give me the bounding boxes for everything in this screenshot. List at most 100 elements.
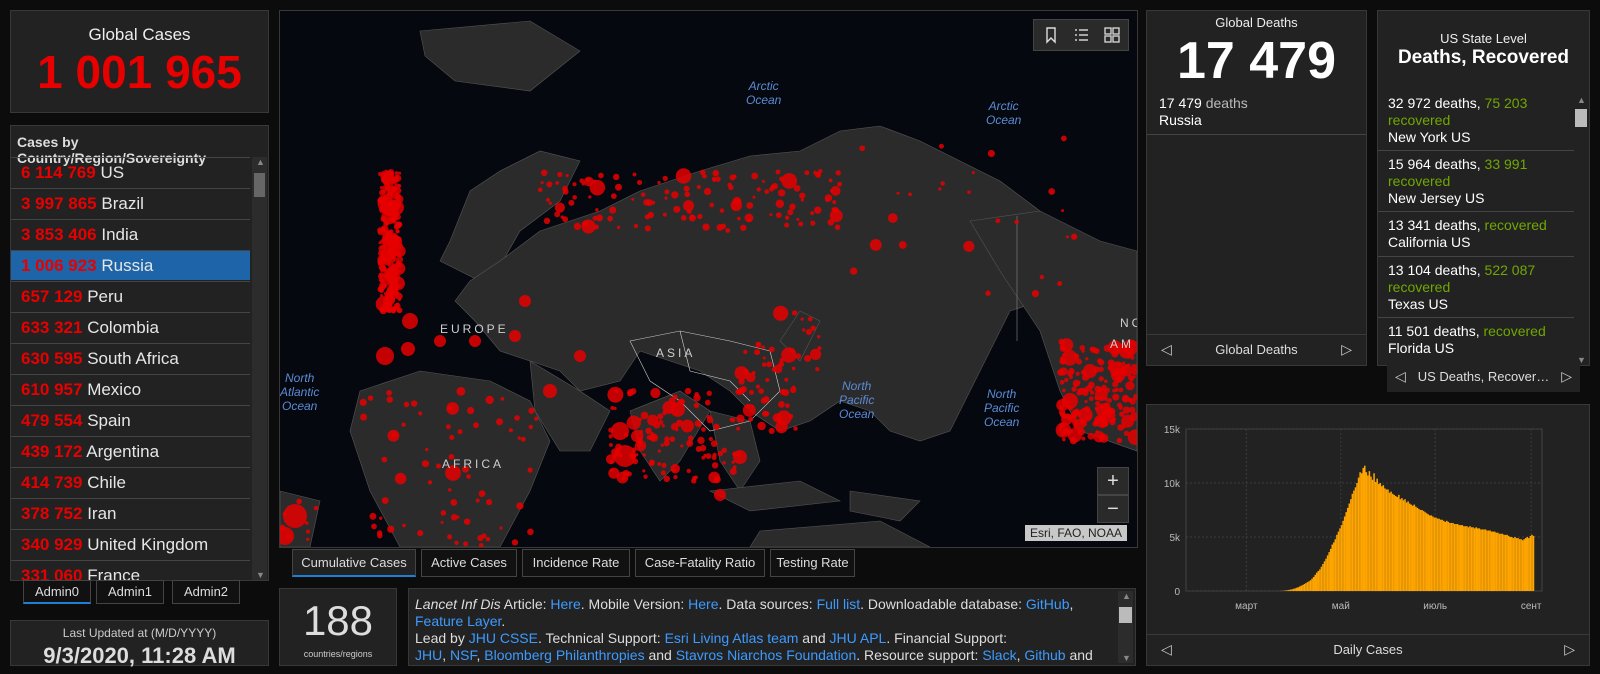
tab-admin2[interactable]: Admin2 [172, 580, 240, 604]
case-marker[interactable] [793, 426, 798, 431]
case-marker[interactable] [390, 210, 394, 214]
daily-bar[interactable] [1439, 519, 1442, 591]
daily-bar[interactable] [1507, 535, 1510, 591]
daily-bar[interactable] [1490, 531, 1493, 591]
daily-bar[interactable] [1295, 587, 1298, 591]
daily-bar[interactable] [1326, 555, 1329, 591]
case-marker[interactable] [755, 341, 762, 348]
case-marker[interactable] [448, 405, 453, 411]
daily-bar[interactable] [1302, 584, 1304, 591]
case-marker[interactable] [410, 400, 418, 407]
case-marker[interactable] [562, 185, 568, 192]
us-state-scrollbar[interactable]: ▲ ▼ [1574, 95, 1588, 365]
case-marker[interactable] [1112, 417, 1117, 421]
case-marker[interactable] [396, 256, 404, 264]
case-marker[interactable] [369, 512, 377, 520]
daily-bar[interactable] [1463, 526, 1465, 591]
daily-bar[interactable] [1473, 528, 1476, 591]
case-marker[interactable] [583, 176, 594, 187]
case-marker[interactable] [387, 280, 396, 288]
case-marker[interactable] [648, 459, 655, 466]
case-marker[interactable] [376, 530, 383, 536]
case-marker[interactable] [394, 472, 407, 485]
case-marker[interactable] [509, 330, 521, 342]
case-marker[interactable] [485, 499, 493, 506]
daily-bar[interactable] [1436, 518, 1439, 591]
daily-bar[interactable] [1500, 533, 1502, 591]
daily-bar[interactable] [1489, 530, 1491, 591]
daily-bar[interactable] [1382, 485, 1385, 591]
case-marker[interactable] [683, 185, 690, 192]
case-marker[interactable] [1062, 437, 1066, 442]
case-marker[interactable] [793, 184, 801, 192]
case-marker[interactable] [697, 213, 703, 220]
case-marker[interactable] [527, 467, 533, 473]
daily-bar[interactable] [1408, 503, 1411, 591]
case-marker[interactable] [1062, 388, 1066, 393]
case-marker[interactable] [543, 384, 557, 398]
case-marker[interactable] [478, 490, 486, 498]
case-marker[interactable] [396, 242, 404, 250]
case-marker[interactable] [701, 427, 706, 432]
daily-bar[interactable] [1520, 539, 1522, 591]
country-row-iran[interactable]: 378 752 Iran [11, 498, 250, 528]
case-marker[interactable] [427, 480, 433, 485]
daily-bar[interactable] [1427, 514, 1430, 591]
daily-bar[interactable] [1447, 521, 1450, 591]
daily-bar[interactable] [1484, 529, 1487, 591]
case-marker[interactable] [387, 179, 391, 183]
case-marker[interactable] [434, 335, 446, 347]
case-marker[interactable] [684, 191, 691, 198]
state-item[interactable]: 11 501 deaths, recovered Florida US [1388, 323, 1566, 357]
case-marker[interactable] [463, 518, 471, 525]
case-marker[interactable] [773, 305, 789, 321]
daily-bar[interactable] [1425, 513, 1428, 591]
case-marker[interactable] [694, 392, 700, 397]
daily-bar[interactable] [1373, 473, 1375, 591]
case-marker[interactable] [1084, 399, 1088, 404]
daily-bar[interactable] [1503, 534, 1505, 591]
case-marker[interactable] [548, 201, 552, 205]
case-marker[interactable] [447, 488, 452, 492]
daily-bar[interactable] [1329, 548, 1332, 591]
case-marker[interactable] [791, 310, 798, 316]
daily-bar[interactable] [1506, 534, 1508, 591]
case-marker[interactable] [768, 346, 775, 353]
scrollbar-thumb[interactable] [254, 173, 265, 197]
case-marker[interactable] [736, 426, 741, 431]
case-marker[interactable] [359, 398, 367, 406]
daily-bar[interactable] [1381, 486, 1383, 591]
case-marker[interactable] [283, 504, 307, 528]
daily-bar[interactable] [1314, 574, 1317, 591]
case-marker[interactable] [1090, 390, 1095, 395]
case-marker[interactable] [660, 443, 664, 447]
daily-bar[interactable] [1492, 531, 1495, 591]
case-marker[interactable] [473, 422, 479, 429]
case-marker[interactable] [508, 428, 514, 433]
case-marker[interactable] [520, 436, 526, 442]
case-marker[interactable] [608, 467, 620, 479]
case-marker[interactable] [987, 149, 995, 158]
case-marker[interactable] [1061, 209, 1065, 213]
daily-bar[interactable] [1346, 507, 1349, 591]
daily-bar[interactable] [1421, 510, 1423, 591]
case-marker[interactable] [387, 217, 392, 222]
case-marker[interactable] [662, 410, 667, 416]
jhu-csse-link[interactable]: JHU CSSE [469, 630, 538, 646]
case-marker[interactable] [380, 176, 388, 183]
case-marker[interactable] [1090, 346, 1097, 354]
case-marker[interactable] [711, 462, 719, 469]
case-marker[interactable] [595, 208, 599, 212]
case-marker[interactable] [296, 498, 302, 505]
daily-bar[interactable] [1362, 467, 1364, 591]
daily-bar[interactable] [1359, 472, 1361, 591]
case-marker[interactable] [1031, 289, 1040, 298]
case-marker[interactable] [636, 179, 643, 186]
case-marker[interactable] [588, 195, 592, 199]
daily-bar[interactable] [1368, 471, 1371, 591]
daily-bar[interactable] [1475, 527, 1477, 591]
case-marker[interactable] [680, 444, 684, 448]
case-marker[interactable] [995, 218, 1001, 224]
case-marker[interactable] [775, 212, 782, 219]
case-marker[interactable] [737, 216, 741, 221]
